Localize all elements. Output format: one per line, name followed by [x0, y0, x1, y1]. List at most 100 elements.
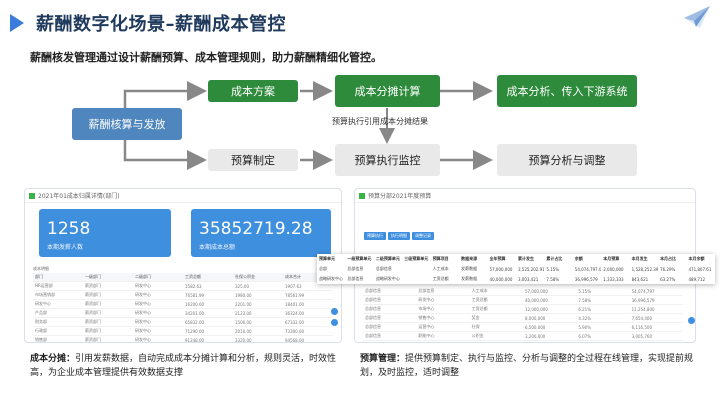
overlay-cell: 发薪数据 — [461, 276, 478, 281]
table-cell: 总部信息 — [365, 315, 381, 320]
overlay-header-cell: 数据来源 — [461, 256, 478, 261]
table-cell: 行政部 — [35, 328, 47, 333]
table-cell: 研发中心 — [135, 337, 151, 342]
flow-root-payroll: 薪酬核算与发放 — [72, 108, 182, 140]
table-row[interactable]: 市场营销部 薪资部门 研发中心 76581.99 1980.00 78561.99 — [33, 291, 333, 300]
right-caption-text: 提供预算制定、执行与监控、分析与调整的全过程在线管理，实现提前规划，及时监控，适… — [360, 354, 694, 378]
table-row[interactable]: 产品部 薪资部门 研发中心 34201.00 2123.00 36324.00 — [33, 309, 333, 318]
table-cell: 40,000,000 — [524, 297, 548, 303]
table-cell: 工资总额 — [471, 297, 488, 302]
table-cell: 总部信息 — [365, 333, 381, 338]
table-cell: 76581.99 — [185, 292, 205, 298]
flow-cost-allocation: 成本分摊计算 — [335, 75, 440, 107]
tab-exec-detail[interactable]: 执行明细 — [388, 232, 410, 240]
table-cell: 市场中心 — [418, 306, 435, 311]
table-row[interactable]: 总部信息 市场中心 工资总额 12,000,000 6.21% 11,254,800 — [363, 305, 683, 314]
overlay-header-cell: 预算单元 — [319, 256, 335, 261]
stat-cost-label: 本期成本总额 — [199, 244, 236, 251]
overlay-header-cell: 一级预算单元 — [347, 256, 372, 261]
overlay-header-cell: 二级预算单元 — [375, 256, 400, 261]
table-title: 成本明细 — [33, 266, 49, 271]
table-row[interactable]: 总部信息 销售中心 奖金 8,000,000 4.32% 7,654,400 — [363, 314, 683, 323]
help-fab-icon[interactable] — [688, 317, 695, 324]
table-cell: 市场营销部 — [35, 292, 55, 297]
overlay-cell: 36,996,579 — [574, 276, 598, 282]
table-cell: 65832.00 — [185, 319, 205, 325]
table-cell: 薪资部门 — [85, 310, 101, 315]
table-cell: 1980.00 — [235, 292, 252, 298]
chat-fab-icon[interactable] — [331, 319, 338, 326]
table-cell: 工资总额 — [471, 306, 488, 311]
table-cell: 67332.00 — [285, 319, 305, 325]
table-row[interactable]: 总部信息 总部信息 人工成本 57,000,000 5.15% 54,074,797 — [363, 287, 683, 296]
table-cell: 销售中心 — [418, 315, 435, 320]
table-cell: 1907.63 — [285, 283, 302, 289]
page-title: 薪酬数字化场景–薪酬成本管控 — [36, 14, 286, 35]
overlay-cell: 5.15% — [546, 266, 560, 272]
right-caption: 预算管理：提供预算制定、执行与监控、分析与调整的全过程在线管理，实现提前规划，及… — [360, 352, 700, 380]
table-row[interactable]: 总部信息 职能中心 公积金 3,200,000 6.07% 3,005,760 — [363, 332, 683, 341]
overlay-cell: 1,333,333 — [603, 276, 624, 282]
table-cell: 薪资部门 — [85, 328, 101, 333]
table-cell: 16200.00 — [185, 301, 205, 307]
overlay-row[interactable]: 战略研发中心 总部信息 战略研发中心 工资总额 发薪数据 40,000,000 3,003,… — [317, 274, 715, 284]
overlay-cell: 2,000,000 — [603, 266, 624, 272]
table-cell: 11,254,800 — [631, 306, 655, 312]
overlay-cell: 57,000,000 — [489, 266, 513, 272]
table-cell: 薪资部门 — [85, 292, 101, 297]
table-cell: 94568.00 — [285, 337, 305, 343]
overlay-cell: 1,528,252.39 — [631, 266, 659, 272]
table-cell: 54,074,797 — [631, 288, 655, 294]
tab-budget-exec[interactable]: 预算执行 — [364, 232, 386, 240]
cost-table: 部门 一级部门 二级部门 工资总额 社保公积金 成本合计 HR运营部 薪资部门 研发中心 1582… — [33, 273, 333, 343]
table-cell: 研发中心 — [135, 328, 151, 333]
table-row[interactable]: 财务部 薪资部门 研发中心 65832.00 1500.00 67332.00 — [33, 318, 333, 327]
table-cell: 5.90% — [578, 324, 592, 330]
overlay-header-cell: 累计发生 — [517, 256, 534, 261]
table-row[interactable]: 总部信息客服中心福利费1,800,0003.11%1,744,020 — [363, 341, 683, 344]
table-cell: 18401.00 — [285, 301, 305, 307]
stat-card-cost: 35852719.28 本期成本总额 — [191, 209, 331, 257]
table-cell: 73300.00 — [285, 328, 305, 334]
table-cell: 总部信息 — [365, 306, 381, 311]
overlay-row[interactable]: 总部 总部信息 总部信息 人工成本 发薪数据 57,000,000 3,525,202.91… — [317, 264, 715, 274]
table-cell: 销售部 — [35, 337, 47, 342]
table-cell: 6.21% — [578, 306, 592, 312]
table-cell: 3320.00 — [235, 337, 252, 343]
table-cell: 1582.63 — [185, 283, 202, 289]
table-cell: 5.15% — [578, 288, 592, 294]
overlay-header-cell: 本月占比 — [660, 256, 677, 261]
tab-adjust-record[interactable]: 调整记录 — [412, 232, 434, 240]
table-cell: 研发中心 — [135, 301, 151, 306]
overlay-header-cell: 预算项目 — [432, 256, 449, 261]
overlay-cell: 40,000,000 — [489, 276, 513, 282]
overlay-cell: 发薪数据 — [461, 266, 478, 271]
help-fab-icon[interactable] — [331, 308, 338, 315]
table-cell: 71290.00 — [185, 328, 205, 334]
table-row[interactable]: 总部信息 研发中心 工资总额 40,000,000 7.58% 36,996,579 — [363, 296, 683, 305]
table-cell: 3.11% — [576, 343, 629, 344]
title-bar: 薪酬数字化场景–薪酬成本管控 — [10, 10, 286, 36]
stat-cost-value: 35852719.28 — [199, 219, 313, 239]
app-logo-icon — [359, 192, 365, 199]
budget-table: 总部信息 总部信息 人工成本 57,000,000 5.15% 54,074,797 总部信… — [363, 287, 683, 344]
table-cell: 人工成本 — [471, 288, 488, 293]
table-row[interactable]: 行政部 薪资部门 研发中心 71290.00 2010.00 73300.00 — [33, 327, 333, 336]
overlay-cell: 63.27% — [660, 276, 676, 282]
table-row[interactable]: HR运营部 薪资部门 研发中心 1582.63 325.00 1907.63 — [33, 282, 333, 291]
table-cell: 36,996,579 — [631, 297, 655, 303]
overlay-cell: 3,003,421 — [517, 276, 539, 282]
table-cell: 总部信息 — [418, 288, 435, 293]
overlay-header-cell: 余额 — [574, 256, 583, 261]
table-cell: 研发中心 — [135, 283, 151, 288]
overlay-cell: 471,807.61 — [688, 266, 712, 272]
flow-budget-monitor: 预算执行监控 — [335, 144, 440, 176]
overlay-cell: 总部信息 — [347, 266, 364, 271]
table-row[interactable]: 销售部 薪资部门 研发中心 91248.00 3320.00 94568.00 — [33, 336, 333, 343]
page-subtitle: 薪酬核发管理通过设计薪酬预算、成本管理规则，助力薪酬精细化管控。 — [30, 51, 382, 64]
overlay-cell: 工资总额 — [432, 276, 449, 281]
table-cell: 2201.00 — [235, 301, 252, 307]
table-row[interactable]: 研发中心 薪资部门 研发中心 16200.00 2201.00 18401.00 — [33, 300, 333, 309]
table-row[interactable]: 总部信息 运营中心 社保 6,500,000 5.90% 6,116,500 — [363, 323, 683, 332]
table-cell: 福利费 — [470, 342, 523, 343]
